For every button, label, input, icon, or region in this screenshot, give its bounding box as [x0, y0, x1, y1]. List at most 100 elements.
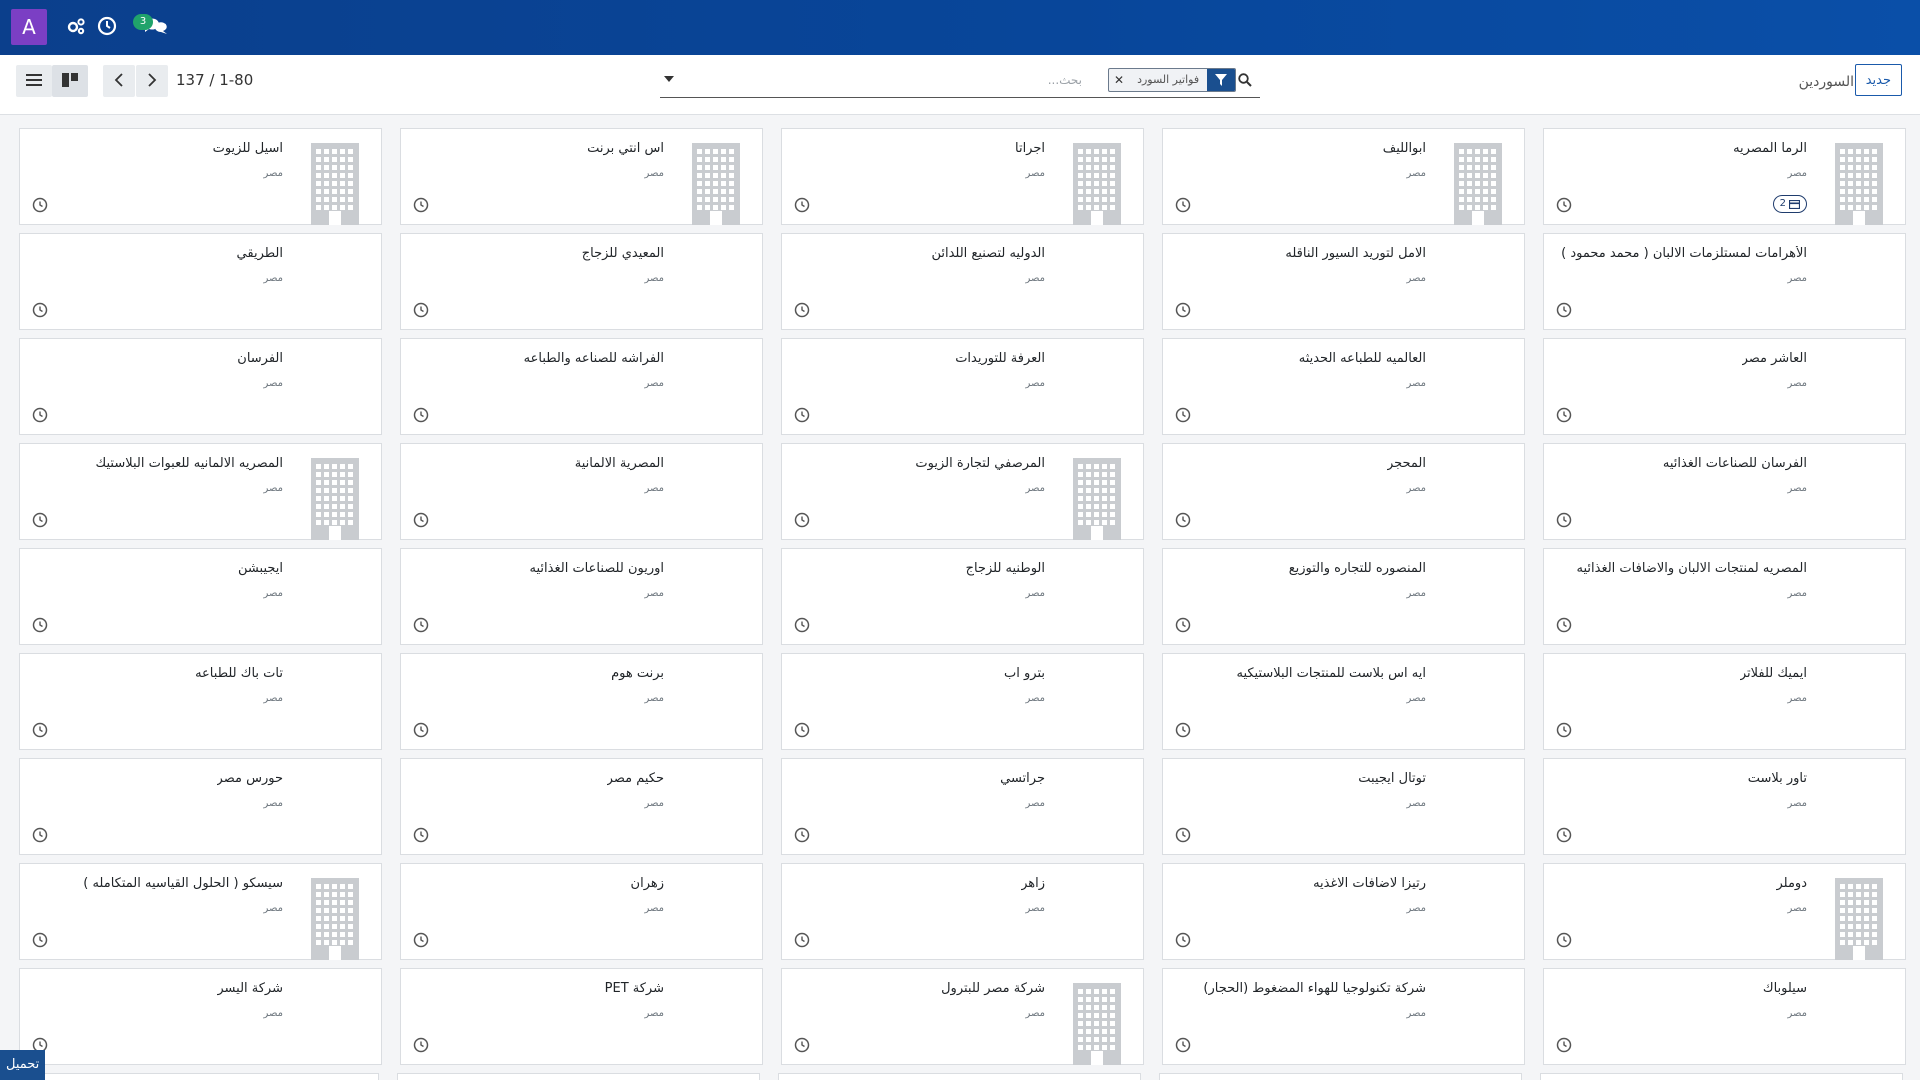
kanban-card[interactable]: تات باك للطباعه مصر — [19, 653, 382, 750]
activity-clock-icon[interactable] — [413, 302, 429, 318]
activity-clock-icon[interactable] — [1175, 617, 1191, 633]
activity-clock-icon[interactable] — [1175, 722, 1191, 738]
activity-clock-icon[interactable] — [1556, 302, 1572, 318]
activity-clock-icon[interactable] — [1556, 407, 1572, 423]
kanban-card[interactable]: حورس مصر مصر — [19, 758, 382, 855]
kanban-card[interactable]: المرصفي لتجارة الزيوت مصر — [781, 443, 1144, 540]
activity-clock-icon[interactable] — [794, 512, 810, 528]
activity-clock-icon[interactable] — [1175, 1037, 1191, 1053]
kanban-card[interactable]: اجراتا مصر — [781, 128, 1144, 225]
activity-clock-icon[interactable] — [794, 617, 810, 633]
kanban-card[interactable]: ايميك للفلاتر مصر — [1543, 653, 1906, 750]
activity-clock-icon[interactable] — [32, 407, 48, 423]
kanban-card[interactable]: الطريقي مصر — [19, 233, 382, 330]
activity-clock-icon[interactable] — [32, 617, 48, 633]
kanban-card[interactable]: توتال ايجيبت مصر — [1162, 758, 1525, 855]
activity-clock-icon[interactable] — [1556, 197, 1572, 213]
activity-clock-icon[interactable] — [794, 197, 810, 213]
clock-icon[interactable] — [96, 15, 118, 37]
kanban-card[interactable]: اسيل للزيوت مصر — [19, 128, 382, 225]
kanban-card[interactable]: ابوالليف مصر — [1162, 128, 1525, 225]
activity-clock-icon[interactable] — [794, 407, 810, 423]
kanban-card[interactable]: سيسكو ( الحلول القياسيه المتكامله ) مصر — [19, 863, 382, 960]
bills-chip[interactable]: 2 — [1772, 195, 1807, 213]
search-input[interactable] — [680, 65, 1084, 95]
kanban-card[interactable]: برنت هوم مصر — [400, 653, 763, 750]
activity-clock-icon[interactable] — [1556, 932, 1572, 948]
kanban-card[interactable]: رتيزا لاضافات الاغذيه مصر — [1162, 863, 1525, 960]
activity-clock-icon[interactable] — [1556, 617, 1572, 633]
kanban-card[interactable]: الفراشه للصناعه والطباعه مصر — [400, 338, 763, 435]
caret-down-icon[interactable] — [664, 75, 674, 83]
activity-clock-icon[interactable] — [1556, 512, 1572, 528]
kanban-card[interactable]: جراتسي مصر — [781, 758, 1144, 855]
kanban-card[interactable]: المصريه الالمانيه للعبوات البلاستيك مصر — [19, 443, 382, 540]
kanban-card[interactable]: الفرسان للصناعات الغذائيه مصر — [1543, 443, 1906, 540]
activity-clock-icon[interactable] — [1175, 827, 1191, 843]
kanban-card[interactable]: شركة PET مصر — [400, 968, 763, 1065]
activity-clock-icon[interactable] — [794, 722, 810, 738]
activity-clock-icon[interactable] — [32, 302, 48, 318]
kanban-view-button[interactable] — [52, 65, 88, 97]
kanban-card[interactable]: سيلوباك مصر — [1543, 968, 1906, 1065]
kanban-card[interactable]: الدوليه لتصنيع اللدائن مصر — [781, 233, 1144, 330]
kanban-card[interactable]: زاهر مصر — [781, 863, 1144, 960]
activity-clock-icon[interactable] — [1175, 197, 1191, 213]
pager-previous-button[interactable] — [103, 65, 135, 97]
kanban-card[interactable]: زهران مصر — [400, 863, 763, 960]
activity-clock-icon[interactable] — [413, 617, 429, 633]
kanban-card[interactable]: العرفة للتوريدات مصر — [781, 338, 1144, 435]
kanban-card[interactable]: تاور بلاست مصر — [1543, 758, 1906, 855]
kanban-card[interactable]: بترو اب مصر — [781, 653, 1144, 750]
activity-clock-icon[interactable] — [1175, 512, 1191, 528]
new-button[interactable]: جديد — [1854, 64, 1902, 96]
activity-clock-icon[interactable] — [413, 1037, 429, 1053]
activity-clock-icon[interactable] — [794, 1037, 810, 1053]
activity-clock-icon[interactable] — [413, 932, 429, 948]
kanban-card[interactable]: الرما المصريه مصر 2 — [1543, 128, 1906, 225]
activity-clock-icon[interactable] — [1556, 722, 1572, 738]
kanban-card[interactable]: ايه اس بلاست للمنتجات البلاستيكيه مصر — [1162, 653, 1525, 750]
pager-next-button[interactable] — [136, 65, 168, 97]
activity-clock-icon[interactable] — [1175, 407, 1191, 423]
kanban-card[interactable]: المصريه لمنتجات الالبان والاضافات الغذائ… — [1543, 548, 1906, 645]
activity-clock-icon[interactable] — [32, 932, 48, 948]
pager-value[interactable]: 137 / 1-80 — [176, 71, 253, 89]
activity-clock-icon[interactable] — [1175, 302, 1191, 318]
activity-clock-icon[interactable] — [794, 302, 810, 318]
activity-clock-icon[interactable] — [413, 407, 429, 423]
kanban-card[interactable]: المعيدي للزجاج مصر — [400, 233, 763, 330]
activity-clock-icon[interactable] — [32, 722, 48, 738]
kanban-card[interactable]: حكيم مصر مصر — [400, 758, 763, 855]
kanban-card[interactable]: ايجيبشن مصر — [19, 548, 382, 645]
download-button[interactable]: تحميل — [0, 1050, 46, 1080]
kanban-card[interactable]: الوطنيه للزجاج مصر — [781, 548, 1144, 645]
activity-clock-icon[interactable] — [794, 932, 810, 948]
kanban-card[interactable]: المصرية الالمانية مصر — [400, 443, 763, 540]
activity-clock-icon[interactable] — [32, 827, 48, 843]
facet-remove-icon[interactable]: ✕ — [1109, 69, 1129, 91]
activity-clock-icon[interactable] — [413, 722, 429, 738]
kanban-card[interactable]: الفرسان مصر — [19, 338, 382, 435]
activity-clock-icon[interactable] — [413, 197, 429, 213]
activity-clock-icon[interactable] — [413, 827, 429, 843]
kanban-card[interactable]: الأهرامات لمستلزمات الالبان ( محمد محمود… — [1543, 233, 1906, 330]
gears-icon[interactable] — [65, 15, 87, 37]
kanban-card[interactable]: العاشر مصر مصر — [1543, 338, 1906, 435]
kanban-card[interactable]: الامل لتوريد السيور الناقله مصر — [1162, 233, 1525, 330]
activity-clock-icon[interactable] — [794, 827, 810, 843]
activity-clock-icon[interactable] — [32, 197, 48, 213]
kanban-card[interactable]: اوريون للصناعات الغذائيه مصر — [400, 548, 763, 645]
kanban-card[interactable]: العالميه للطباعه الحديثه مصر — [1162, 338, 1525, 435]
kanban-card[interactable]: المنصوره للتجاره والتوزيع مصر — [1162, 548, 1525, 645]
list-view-button[interactable] — [16, 65, 52, 97]
kanban-card[interactable]: شركة اليسر مصر — [19, 968, 382, 1065]
activity-clock-icon[interactable] — [1175, 932, 1191, 948]
kanban-card[interactable]: شركة تكنولوجيا للهواء المضغوط (الحجار) مص… — [1162, 968, 1525, 1065]
kanban-card[interactable]: دوملر مصر — [1543, 863, 1906, 960]
kanban-card[interactable]: المحجر مصر — [1162, 443, 1525, 540]
activity-clock-icon[interactable] — [413, 512, 429, 528]
activity-clock-icon[interactable] — [32, 512, 48, 528]
kanban-card[interactable]: اس انتي برنت مصر — [400, 128, 763, 225]
user-avatar[interactable]: A — [11, 9, 47, 45]
